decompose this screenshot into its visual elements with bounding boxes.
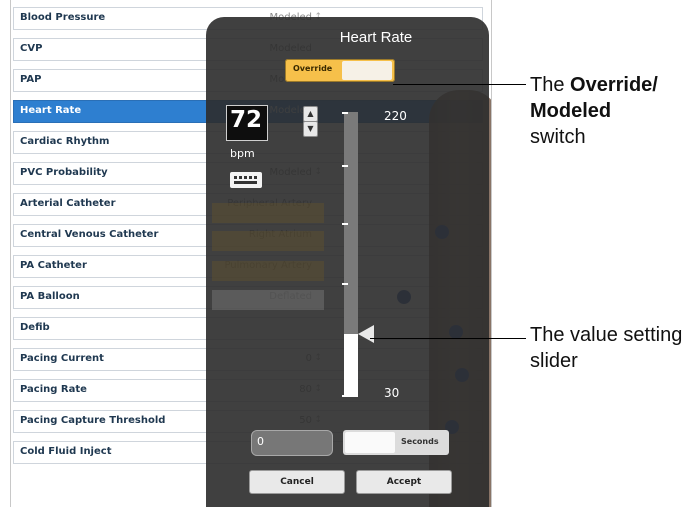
ghost-field <box>212 290 324 310</box>
param-label: CVP <box>20 43 43 54</box>
param-label: Heart Rate <box>20 105 82 116</box>
value-slider-fill <box>344 334 358 397</box>
slider-tick <box>342 165 348 167</box>
slider-tick <box>342 395 348 397</box>
slider-tick <box>342 283 348 285</box>
switch-knob[interactable] <box>345 432 395 453</box>
slider-callout: The value setting slider <box>530 324 683 372</box>
param-label: PVC Probability <box>20 167 108 178</box>
heart-rate-modal: Heart Rate Override 72 ▲ ▼ bpm 220 30 0 … <box>206 17 489 507</box>
slider-min-label: 30 <box>384 386 400 400</box>
heart-rate-value: 72 <box>230 107 263 133</box>
param-label: Cold Fluid Inject <box>20 446 112 457</box>
param-label: Arterial Catheter <box>20 198 116 209</box>
seconds-switch[interactable]: Seconds <box>343 430 449 455</box>
value-slider-thumb[interactable] <box>358 325 374 344</box>
ghost-field <box>212 261 324 281</box>
seconds-label: Seconds <box>401 437 439 446</box>
slider-tick <box>342 112 348 114</box>
accept-button[interactable]: Accept <box>356 470 452 494</box>
callout-suffix: switch <box>530 126 586 148</box>
decrement-button[interactable]: ▼ <box>303 121 318 137</box>
duration-value: 0 <box>257 435 264 448</box>
param-label: Pacing Current <box>20 353 104 364</box>
param-label: Central Venous Catheter <box>20 229 159 240</box>
keyboard-icon[interactable] <box>230 172 262 188</box>
param-label: PA Balloon <box>20 291 80 302</box>
param-label: Pacing Capture Threshold <box>20 415 166 426</box>
increment-button[interactable]: ▲ <box>303 106 318 122</box>
duration-input[interactable]: 0 <box>251 430 333 456</box>
heart-rate-value-field[interactable]: 72 <box>226 105 268 141</box>
cancel-button[interactable]: Cancel <box>249 470 345 494</box>
callout-line <box>370 338 526 339</box>
override-label: Override <box>293 64 333 73</box>
param-label: Cardiac Rhythm <box>20 136 110 147</box>
param-label: Blood Pressure <box>20 12 106 23</box>
switch-callout: The Override/ Modeled switch <box>530 72 690 150</box>
param-label: PA Catheter <box>20 260 87 271</box>
callout-line <box>393 84 526 85</box>
param-label: Defib <box>20 322 50 333</box>
param-label: Pacing Rate <box>20 384 87 395</box>
param-label: PAP <box>20 74 42 85</box>
switch-knob[interactable] <box>342 61 392 80</box>
modal-title: Heart Rate <box>339 29 413 46</box>
slider-tick <box>342 223 348 225</box>
override-modeled-switch[interactable]: Override <box>285 59 395 82</box>
unit-label: bpm <box>230 147 255 160</box>
slider-max-label: 220 <box>384 109 407 123</box>
callout-prefix: The <box>530 74 571 96</box>
ghost-field <box>212 231 324 251</box>
ghost-field <box>212 203 324 223</box>
